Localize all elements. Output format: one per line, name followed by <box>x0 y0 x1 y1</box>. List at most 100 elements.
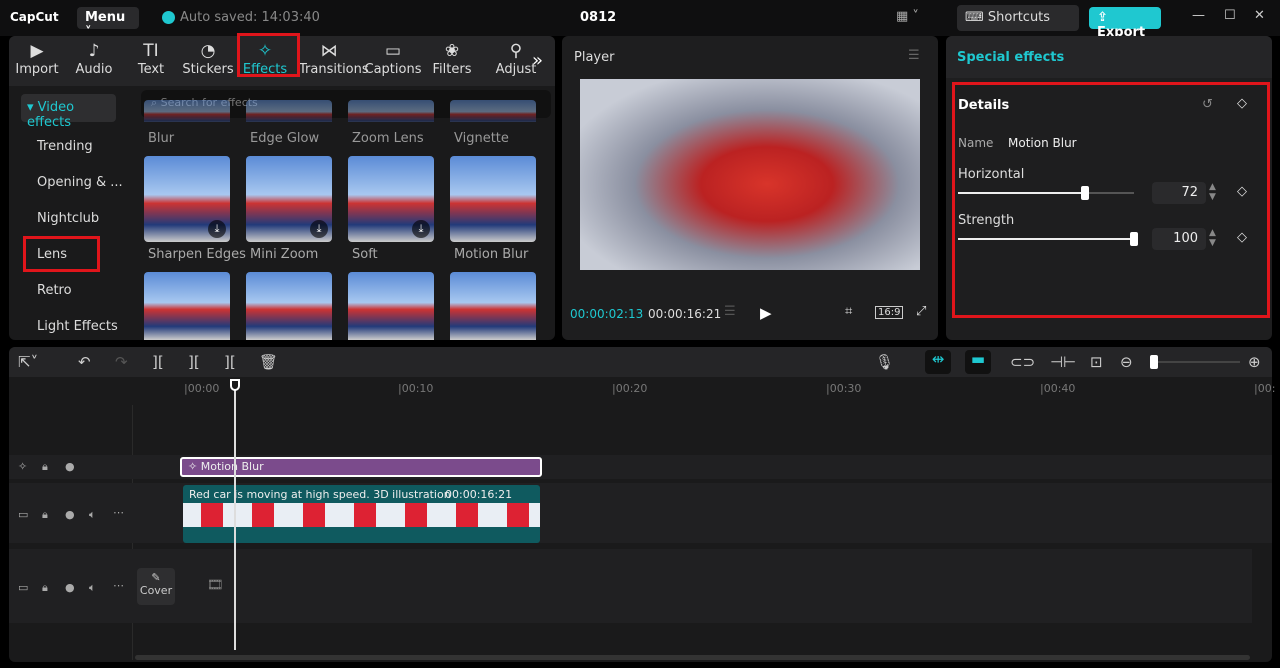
zoom-in-icon[interactable]: ⊕ <box>1248 353 1261 371</box>
category-item[interactable]: Nightclub <box>37 211 99 226</box>
effect-label[interactable]: Edge Glow <box>250 131 350 146</box>
captions-icon: ▭ <box>384 41 402 61</box>
lock-icon[interactable]: 🔒︎ <box>42 460 48 474</box>
strength-keyframe-icon[interactable]: ◇ <box>1237 230 1247 245</box>
effect-label[interactable]: Zoom Lens <box>352 131 452 146</box>
maximize-button[interactable]: ☐ <box>1224 8 1236 23</box>
layout-icon[interactable]: ▦ ˅ <box>896 9 919 24</box>
effect-thumbnail[interactable] <box>450 272 536 340</box>
player-menu-icon[interactable]: ☰ <box>908 48 920 63</box>
video-preview[interactable] <box>580 79 920 270</box>
tab-import[interactable]: ▶ Import <box>7 40 67 77</box>
zoom-slider-handle[interactable] <box>1150 355 1158 369</box>
effect-label[interactable]: Sharpen Edges <box>148 247 248 262</box>
link-icon[interactable]: ⊂⊃ <box>1010 353 1035 371</box>
horizontal-slider[interactable] <box>958 186 1134 200</box>
microphone-icon[interactable]: 🎙 <box>875 353 894 371</box>
playhead[interactable] <box>234 380 236 650</box>
category-item[interactable]: Light Effects <box>37 319 118 334</box>
effect-label[interactable]: Soft <box>352 247 452 262</box>
auto-snap-icon[interactable]: ▬ <box>965 350 991 374</box>
export-button[interactable]: ⇪ Export <box>1089 7 1161 40</box>
fullscreen-icon[interactable]: ⤢ <box>916 304 926 319</box>
project-title: 0812 <box>580 10 617 25</box>
download-icon[interactable]: ⤓ <box>412 220 430 238</box>
strength-slider[interactable] <box>958 232 1138 246</box>
more-icon[interactable]: ⋯ <box>113 579 124 592</box>
split-right-icon[interactable]: ][ <box>224 353 236 371</box>
horizontal-keyframe-icon[interactable]: ◇ <box>1237 184 1247 199</box>
split-icon[interactable]: ][ <box>152 353 164 371</box>
effect-label[interactable]: Vignette <box>454 131 554 146</box>
effect-label[interactable]: Blur <box>148 131 248 146</box>
horizontal-scrollbar[interactable] <box>135 655 1250 660</box>
play-button[interactable]: ▶ <box>760 304 772 322</box>
cover-button[interactable]: ✎ Cover <box>137 568 175 605</box>
horizontal-value[interactable]: 72 <box>1152 182 1206 204</box>
delete-icon[interactable]: 🗑 <box>259 353 278 371</box>
time-tick: |00:00 <box>184 382 220 395</box>
shortcuts-button[interactable]: ⌨ Shortcuts <box>957 5 1079 31</box>
more-icon[interactable]: ⋯ <box>113 506 124 519</box>
split-left-icon[interactable]: ][ <box>188 353 200 371</box>
eye-icon[interactable]: ● <box>65 508 75 521</box>
zoom-out-icon[interactable]: ⊖ <box>1120 353 1133 371</box>
effect-thumbnail[interactable]: ⤓ <box>144 156 230 242</box>
effect-thumbnail[interactable] <box>144 272 230 340</box>
keyframe-icon[interactable]: ◇ <box>1237 96 1247 111</box>
tab-transitions[interactable]: ⋈ Transitions <box>299 40 369 77</box>
time-tick: |00:30 <box>826 382 862 395</box>
horizontal-stepper[interactable]: ▲ ▼ <box>1209 182 1216 202</box>
minimize-button[interactable]: — <box>1192 8 1205 23</box>
menu-button[interactable]: Menu ˅ <box>77 7 139 40</box>
timeline-grid-icon[interactable]: ☰ <box>724 304 736 319</box>
aspect-ratio-button[interactable]: 16:9 <box>875 306 904 319</box>
strength-value[interactable]: 100 <box>1152 228 1206 250</box>
eye-icon[interactable]: ● <box>65 581 75 594</box>
category-video-effects[interactable]: ▾ Video effects <box>21 94 116 130</box>
video-track-icon: ▭ <box>18 508 29 521</box>
preview-axis-icon[interactable]: ⊣⊢ <box>1050 353 1076 371</box>
horizontal-label: Horizontal <box>958 167 1025 182</box>
download-icon[interactable]: ⤓ <box>310 220 328 238</box>
slider-handle[interactable] <box>1130 232 1138 246</box>
zoom-to-fit-icon[interactable]: ⊡ <box>1090 353 1103 371</box>
tab-audio[interactable]: ♪ Audio <box>64 40 124 77</box>
lock-icon[interactable]: 🔒︎ <box>42 508 48 522</box>
category-item[interactable]: Trending <box>37 139 93 154</box>
close-button[interactable]: ✕ <box>1254 8 1265 23</box>
undo-icon[interactable]: ↶ <box>78 353 91 371</box>
zoom-fit-icon[interactable]: ⌗ <box>845 304 852 319</box>
redo-icon[interactable]: ↷ <box>115 353 128 371</box>
tab-filters[interactable]: ❀ Filters <box>422 40 482 77</box>
slider-handle[interactable] <box>1080 186 1089 200</box>
audio-icon[interactable]: 🔈︎ <box>89 581 96 595</box>
effect-thumbnail[interactable] <box>246 272 332 340</box>
tab-text[interactable]: TI Text <box>121 40 181 77</box>
main-track-magnet-icon[interactable]: ⇹ <box>925 350 951 374</box>
effect-thumbnail[interactable] <box>348 272 434 340</box>
tab-captions[interactable]: ▭ Captions <box>363 40 423 77</box>
effect-thumbnail[interactable]: ⤓ <box>348 156 434 242</box>
lock-icon[interactable]: 🔒︎ <box>42 581 48 595</box>
effect-label[interactable]: Motion Blur <box>454 247 554 262</box>
reset-icon[interactable]: ↺ <box>1202 97 1213 112</box>
strength-stepper[interactable]: ▲ ▼ <box>1209 228 1216 248</box>
more-tabs-icon[interactable]: » <box>532 50 543 71</box>
audio-icon[interactable]: 🔈︎ <box>89 508 96 522</box>
select-tool-icon[interactable]: ⇱˅ <box>18 353 38 371</box>
category-item[interactable]: Retro <box>37 283 72 298</box>
download-icon[interactable]: ⤓ <box>208 220 226 238</box>
details-heading[interactable]: Details <box>958 98 1009 113</box>
video-clip[interactable]: Red car is moving at high speed. 3D illu… <box>183 485 540 543</box>
zoom-slider[interactable] <box>1150 355 1240 369</box>
effect-thumbnail[interactable] <box>450 156 536 242</box>
playhead-handle[interactable] <box>230 379 240 391</box>
effect-thumbnail[interactable]: ⤓ <box>246 156 332 242</box>
export-icon: ⇪ <box>1097 10 1108 25</box>
tab-stickers[interactable]: ◔ Stickers <box>178 40 238 77</box>
eye-icon[interactable]: ● <box>65 460 75 473</box>
effect-label[interactable]: Mini Zoom <box>250 247 350 262</box>
audio-icon: ♪ <box>88 41 100 61</box>
category-item[interactable]: Opening & ... <box>37 175 123 190</box>
